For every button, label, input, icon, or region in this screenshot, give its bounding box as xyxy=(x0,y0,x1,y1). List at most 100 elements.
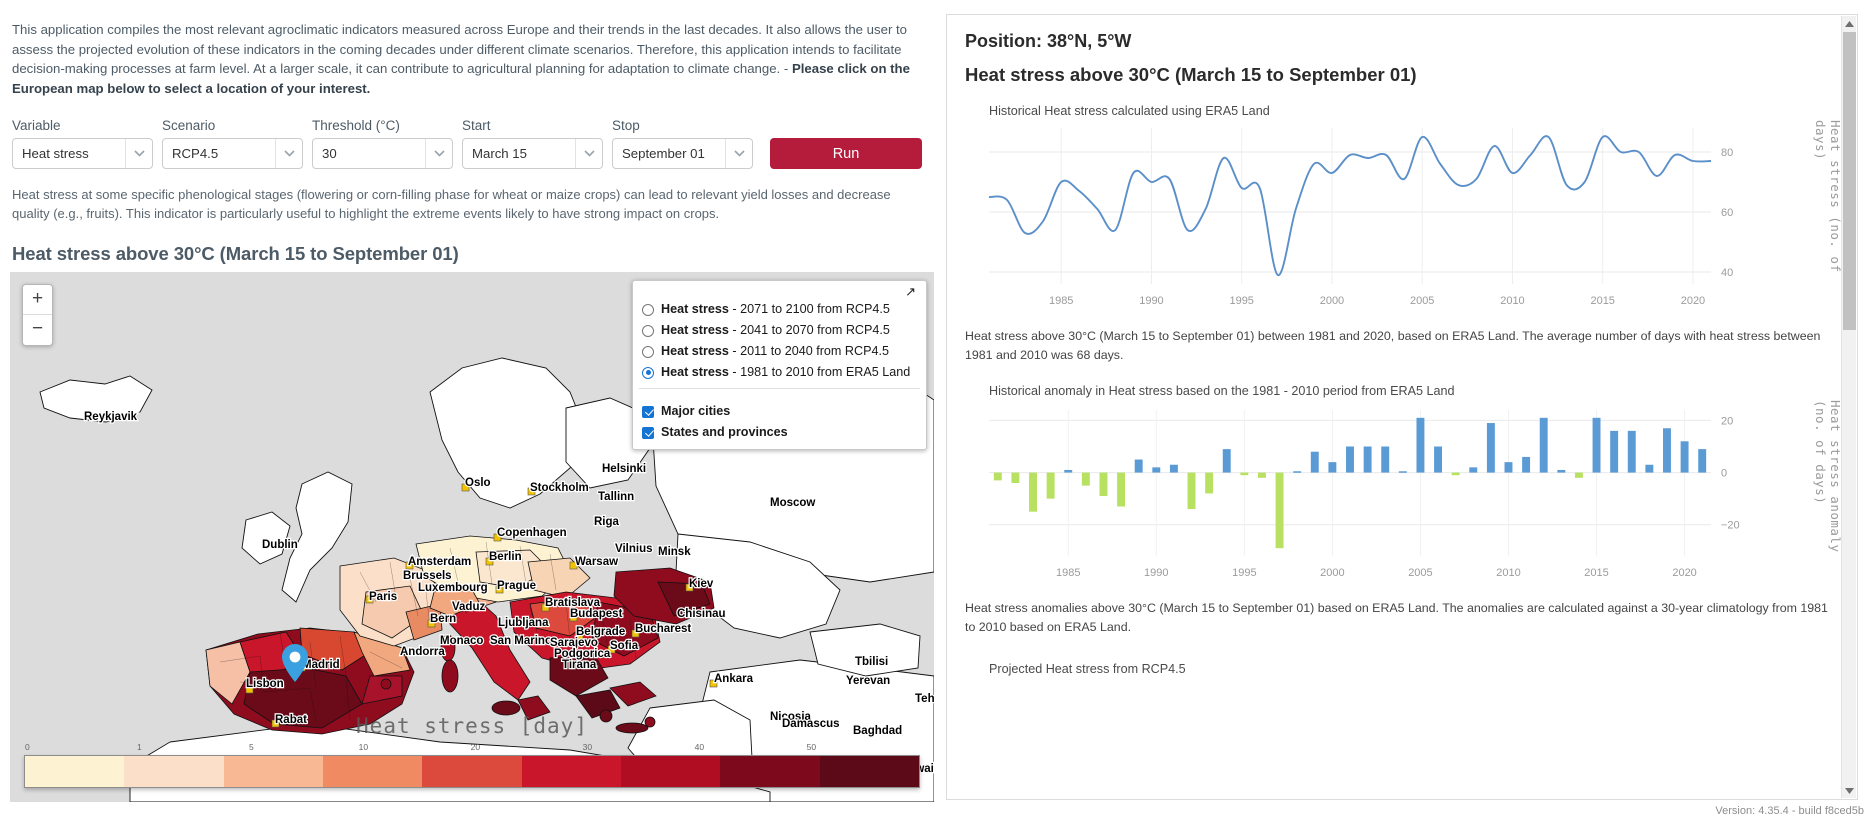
svg-text:20: 20 xyxy=(1721,415,1733,427)
scrollbar-thumb[interactable] xyxy=(1843,32,1856,330)
historical-anomaly-bar-chart[interactable]: −20 0 20 1985 1990 1995 2000 2005 2010 2015 2020 xyxy=(963,400,1823,582)
europe-map[interactable]: Reykjavik Oslo Stockholm Helsinki Tallinn Rig… xyxy=(10,272,934,802)
bar[interactable] xyxy=(1522,456,1531,473)
chevron-down-icon[interactable] xyxy=(126,139,152,168)
bar[interactable] xyxy=(1398,471,1407,473)
bar[interactable] xyxy=(1081,472,1090,486)
bar[interactable] xyxy=(1574,472,1583,478)
bar[interactable] xyxy=(1592,417,1601,473)
bar[interactable] xyxy=(1663,428,1671,473)
bar[interactable] xyxy=(1627,430,1636,473)
selected-location-marker[interactable] xyxy=(282,644,308,682)
layer-checkbox-group[interactable]: Major cities States and provinces xyxy=(633,401,926,443)
bar[interactable] xyxy=(1257,472,1266,478)
layer-radio-1[interactable]: Heat stress - 2041 to 2070 from RCP4.5 xyxy=(633,320,926,341)
bar[interactable] xyxy=(1645,464,1654,473)
bar[interactable] xyxy=(1346,446,1354,473)
historical-heat-stress-line-chart[interactable]: 40 60 80 1985 1990 1995 2000 2005 2010 2015 2020 xyxy=(963,120,1823,310)
label-variable: Variable xyxy=(12,118,61,133)
city-label: San Marino xyxy=(490,635,552,647)
bar[interactable] xyxy=(1416,417,1425,473)
bar[interactable] xyxy=(1099,472,1108,497)
city-label: Tirana xyxy=(562,659,597,671)
field-threshold: Threshold (°C) 30 xyxy=(312,118,453,169)
radio-icon[interactable] xyxy=(642,366,654,379)
radio-icon[interactable] xyxy=(642,303,654,316)
city-label: Warsaw xyxy=(575,556,618,568)
position-label: Position: 38°N, 5°W xyxy=(965,31,1132,51)
results-scrollbar[interactable] xyxy=(1841,16,1856,798)
zoom-in-button[interactable]: + xyxy=(23,285,52,315)
select-threshold[interactable]: 30 xyxy=(312,138,453,169)
bar[interactable] xyxy=(1152,467,1161,473)
bar[interactable] xyxy=(1680,441,1689,473)
bar[interactable] xyxy=(1557,469,1566,473)
radio-icon[interactable] xyxy=(642,324,654,337)
bar[interactable] xyxy=(1134,459,1143,473)
bar[interactable] xyxy=(1046,472,1055,499)
scroll-up-icon[interactable] xyxy=(1842,16,1857,31)
layer-radio-2[interactable]: Heat stress - 2011 to 2040 from RCP4.5 xyxy=(633,341,926,362)
chevron-down-icon[interactable] xyxy=(726,139,752,168)
bar[interactable] xyxy=(1698,449,1707,473)
bar[interactable] xyxy=(1363,446,1372,473)
layer-radio-0[interactable]: Heat stress - 2071 to 2100 from RCP4.5 xyxy=(633,299,926,320)
bar[interactable] xyxy=(1011,472,1020,483)
svg-text:2005: 2005 xyxy=(1410,295,1434,307)
scroll-down-icon[interactable] xyxy=(1842,783,1857,798)
bar[interactable] xyxy=(1539,417,1548,473)
layer-checkbox-1[interactable]: States and provinces xyxy=(633,422,926,443)
bar[interactable] xyxy=(1240,472,1249,476)
bar[interactable] xyxy=(1504,462,1513,473)
bar[interactable] xyxy=(1029,472,1037,512)
bar[interactable] xyxy=(1205,472,1214,494)
checkbox-icon[interactable] xyxy=(642,426,654,439)
layer-checkbox-0[interactable]: Major cities xyxy=(633,401,926,422)
bar[interactable] xyxy=(1381,446,1390,473)
zoom-out-button[interactable]: − xyxy=(23,315,52,345)
version-footer: Version: 4.35.4 - build f8ced5b xyxy=(1715,805,1864,817)
bar[interactable] xyxy=(1486,423,1495,473)
select-scenario[interactable]: RCP4.5 xyxy=(162,138,303,169)
select-variable[interactable]: Heat stress xyxy=(12,138,153,169)
bar[interactable] xyxy=(1117,472,1126,507)
checkbox-icon[interactable] xyxy=(642,405,654,418)
bar[interactable] xyxy=(1275,472,1284,549)
layer-checkbox-label: States and provinces xyxy=(661,425,788,439)
controls-form: Variable Heat stress Scenario RCP4.5 Thr… xyxy=(12,118,922,169)
chevron-down-icon[interactable] xyxy=(426,139,452,168)
layer-radio-label: Heat stress - 2071 to 2100 from RCP4.5 xyxy=(661,302,890,316)
bar[interactable] xyxy=(1310,451,1319,473)
bar[interactable] xyxy=(1169,464,1178,473)
variable-description: Heat stress at some specific phenologica… xyxy=(12,187,891,221)
chevron-down-icon[interactable] xyxy=(576,139,602,168)
bar[interactable] xyxy=(1222,449,1231,473)
label-threshold: Threshold (°C) xyxy=(312,118,400,133)
layer-radio-3[interactable]: Heat stress - 1981 to 2010 from ERA5 Lan… xyxy=(633,362,926,383)
select-start[interactable]: March 15 xyxy=(462,138,603,169)
bar[interactable] xyxy=(1469,467,1478,473)
map-zoom-controls[interactable]: + − xyxy=(22,284,53,346)
city-label: Tehran xyxy=(915,693,934,705)
field-variable: Variable Heat stress xyxy=(12,118,153,169)
expand-icon[interactable]: ↗ xyxy=(905,285,916,298)
map-layers-control[interactable]: ↗ Heat stress - 2071 to 2100 from RCP4.5… xyxy=(632,280,927,450)
select-stop[interactable]: September 01 xyxy=(612,138,753,169)
run-button[interactable]: Run xyxy=(770,138,922,169)
bar[interactable] xyxy=(1328,462,1337,473)
bar[interactable] xyxy=(1293,471,1302,473)
svg-text:2015: 2015 xyxy=(1584,567,1608,579)
chevron-down-icon[interactable] xyxy=(276,139,302,168)
bar[interactable] xyxy=(1434,446,1443,473)
layer-radio-group[interactable]: Heat stress - 2071 to 2100 from RCP4.5 He… xyxy=(633,299,926,383)
svg-text:2000: 2000 xyxy=(1320,567,1344,579)
city-label: Luxembourg xyxy=(418,582,488,594)
bar[interactable] xyxy=(1451,472,1460,476)
radio-icon[interactable] xyxy=(642,345,654,358)
bar[interactable] xyxy=(1610,430,1619,473)
bar[interactable] xyxy=(1187,472,1196,510)
label-scenario: Scenario xyxy=(162,118,216,133)
bar[interactable] xyxy=(993,472,1002,481)
svg-text:1995: 1995 xyxy=(1232,567,1256,579)
bar[interactable] xyxy=(1064,469,1073,473)
